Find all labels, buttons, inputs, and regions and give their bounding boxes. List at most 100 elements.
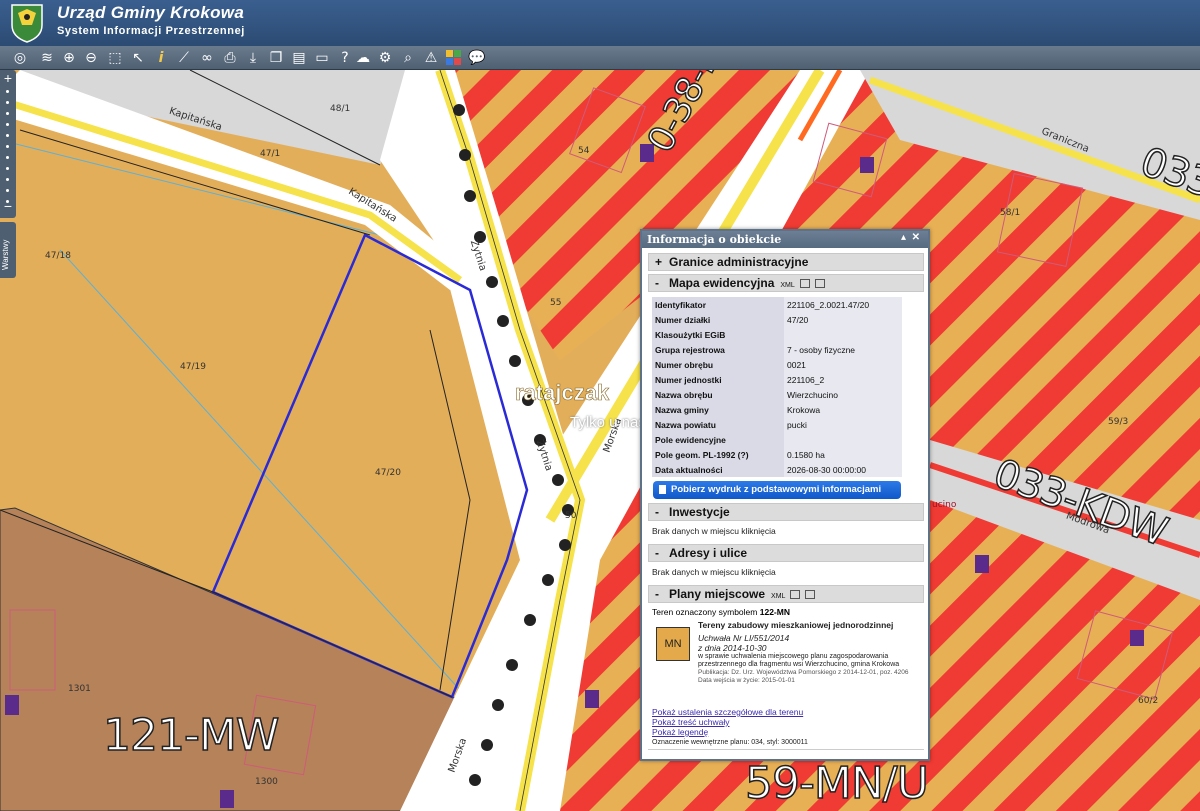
measure-icon[interactable]: ⟋ [174,48,194,68]
section-adresy[interactable]: - Adresy i ulice [648,544,924,562]
print-icon[interactable] [805,590,816,599]
zoom-in-icon[interactable]: ⊕ [59,48,79,68]
link-resolution[interactable]: Pokaż treść uchwały [648,717,924,727]
download-icon[interactable]: ⤓ [243,48,263,68]
attribute-key: Nazwa powiatu [652,417,784,432]
map-canvas[interactable]: Kapitańska Kapitańska Żytnia Żytnia Mors… [0,70,1200,811]
link-details[interactable]: Pokaż ustalenia szczegółowe dla terenu [648,707,924,717]
chat-icon[interactable]: 💬 [467,48,487,68]
globe-icon[interactable]: ◎ [6,48,34,68]
collapse-section-icon: - [655,505,659,519]
copy-icon[interactable]: ❐ [266,48,286,68]
print-report-label: Pobierz wydruk z podstawowymi informacja… [671,484,882,495]
section-title: Plany miejscowe [669,587,766,601]
colors-icon[interactable] [444,48,464,68]
zoom-out-icon[interactable]: ⊖ [81,48,101,68]
parcel-label: 47/20 [375,468,401,478]
plan-symbol: 122-MN [759,607,790,617]
attribute-row: Nazwa powiatu pucki [652,417,902,432]
section-title: Mapa ewidencyjna [669,276,775,290]
section-granice[interactable]: + Granice administracyjne [648,253,924,271]
info-icon[interactable]: i [151,48,171,68]
parcel-label: 1301 [68,684,91,694]
watermark-brand: ratajczak [515,380,610,406]
xml-icon[interactable]: XML [780,282,794,289]
zoom-extent-icon[interactable]: ⬚ [105,48,125,68]
plan-links: Pokaż ustalenia szczegółowe dla terenu P… [648,707,924,737]
zoom-minus-icon[interactable]: − [2,198,14,214]
attribute-value: 0021 [784,357,902,372]
attributes-table: Identyfikator 221106_2.0021.47/20 Numer dz… [652,297,902,477]
attribute-key: Identyfikator [652,297,784,312]
settings-icon[interactable]: ⚙ [375,48,395,68]
attribute-key: Pole geom. PL-1992 (?) [652,447,784,462]
warning-icon[interactable]: ⚠ [421,48,441,68]
parcel-label: 47/18 [45,251,71,261]
panel-title: Informacja o obiekcie [647,233,782,246]
attribute-value: 2026-08-30 00:00:00 [784,462,902,477]
collapse-icon[interactable]: ▴ [901,232,906,243]
plan-zone-name: Tereny zabudowy mieszkaniowej jednorodzi… [698,620,894,630]
section-mapa[interactable]: - Mapa ewidencyjna XML [648,274,924,292]
pointer-icon[interactable]: ↖ [128,48,148,68]
attribute-value: 221106_2 [784,372,902,387]
section-title: Granice administracyjne [669,255,809,269]
parcel-label: 54 [578,146,590,156]
app-title: Urząd Gminy Krokowa [57,3,245,22]
attribute-row: Identyfikator 221106_2.0021.47/20 [652,297,902,312]
close-icon[interactable]: ✕ [912,232,920,243]
attribute-value: 0.1580 ha [784,447,902,462]
layers-tab[interactable]: Warstwy [0,222,16,278]
collapse-section-icon: - [655,276,659,290]
attribute-value: 7 - osoby fizyczne [784,342,902,357]
object-info-panel: Informacja o obiekcie ▴ ✕ + Granice admin… [640,229,930,761]
print-report-button[interactable]: Pobierz wydruk z podstawowymi informacja… [653,481,901,499]
document-icon [659,485,666,494]
section-title: Inwestycje [669,505,730,519]
attribute-value: 221106_2.0021.47/20 [784,297,902,312]
list-icon[interactable] [799,279,810,288]
link-icon[interactable]: ∞ [197,48,217,68]
attribute-key: Nazwa obrębu [652,387,784,402]
parcel-label: 55 [550,298,562,308]
parcel-label: 47/1 [260,149,281,159]
attribute-row: Pole ewidencyjne [652,432,902,447]
cloud-icon[interactable]: ☁ [353,48,373,68]
layout-icon[interactable]: ▤ [289,48,309,68]
panel-body: + Granice administracyjne - Mapa ewidencyj… [648,250,924,759]
attribute-value: Krokowa [784,402,902,417]
comment-icon[interactable]: ▭ [312,48,332,68]
link-legend[interactable]: Pokaż legendę [648,727,924,737]
zoom-scale[interactable] [6,90,10,211]
attribute-value: 47/20 [784,312,902,327]
no-data-text: Brak danych w miejscu kliknięcia [652,526,776,536]
section-plany[interactable]: - Plany miejscowe XML [648,585,924,603]
plan-text: Tereny zabudowy mieszkaniowej jednorodzi… [698,620,920,685]
zoom-slider[interactable]: + − [0,70,16,218]
parcel-label: 58/1 [1000,208,1021,218]
attribute-key: Numer jednostki [652,372,784,387]
attribute-row: Data aktualności 2026-08-30 00:00:00 [652,462,902,477]
help-icon[interactable]: ? [335,48,355,68]
layers-icon[interactable]: ≋ [37,48,57,68]
map-drawing [0,70,1200,811]
section-inwestycje[interactable]: - Inwestycje [648,503,924,521]
attribute-row: Pole geom. PL-1992 (?) 0.1580 ha [652,447,902,462]
attribute-row: Numer działki 47/20 [652,312,902,327]
plan-details: MN Tereny zabudowy mieszkaniowej jednoro… [648,617,924,707]
panel-header: Informacja o obiekcie ▴ ✕ [642,231,928,248]
plan-footer: Oznaczenie wewnętrzne planu: 034, styl: … [648,737,924,750]
parcel-label: 60/2 [1138,696,1159,706]
print-icon[interactable] [814,279,825,288]
attribute-row: Numer jednostki 221106_2 [652,372,902,387]
xml-icon[interactable]: XML [771,593,785,600]
print-icon[interactable]: ⎙ [220,48,240,68]
attribute-key: Klasoużytki EGiB [652,327,784,342]
zoom-plus-icon[interactable]: + [2,71,14,85]
attribute-row: Grupa rejestrowa 7 - osoby fizyczne [652,342,902,357]
plan-description: w sprawie uchwalenia miejscowego planu z… [698,653,900,668]
list-icon[interactable] [790,590,801,599]
zone-symbol-badge: MN [656,627,690,661]
no-data-text: Brak danych w miejscu kliknięcia [652,567,776,577]
search-icon[interactable]: ⌕ [398,48,418,68]
